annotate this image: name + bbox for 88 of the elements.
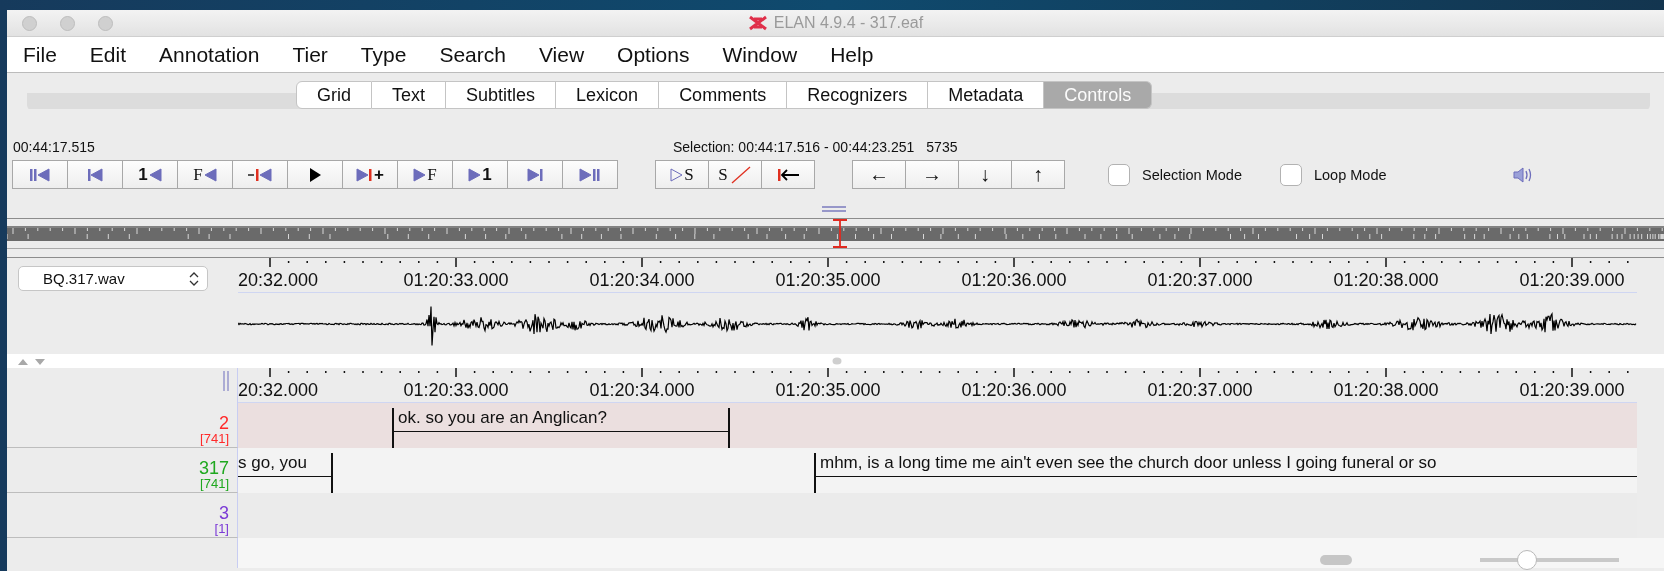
time-label: 01:20:33.000 [403,270,509,291]
tier-row[interactable]: ok. so you are an Anglican? [238,403,1637,448]
strike-icon [729,164,752,185]
time-label: 20:32.000 [238,380,319,401]
player-button[interactable] [761,160,815,189]
end-icon [579,166,601,183]
player-button[interactable]: 1 [452,160,508,189]
scrollbar-thumb[interactable] [1320,555,1352,565]
tab[interactable]: Grid [296,81,372,109]
tab[interactable]: Subtitles [446,81,557,109]
checkbox[interactable] [1108,163,1130,186]
window-control-icon[interactable] [22,15,37,31]
tab[interactable]: Comments [659,81,788,109]
back-to-mark-icon [248,166,272,183]
back-triangle-icon [203,166,217,183]
player-button[interactable]: + [342,160,398,189]
checkbox-label: Selection Mode [1142,166,1242,183]
player-button[interactable] [287,160,343,189]
begin-icon [29,166,51,183]
collapse-arrows-icon[interactable] [17,357,47,365]
menu-item[interactable]: Annotation [159,42,260,67]
window-title: ELAN 4.9.4 - 317.eaf [773,14,924,32]
menu-item[interactable]: Search [439,42,506,67]
player-button[interactable]: ↑ [1011,160,1065,189]
annotation-count: [741] [200,477,229,492]
slider-thumb[interactable] [1517,550,1538,570]
time-label: 01:20:33.000 [403,380,509,401]
tab[interactable]: Text [372,81,447,109]
time-label: 01:20:38.000 [1333,270,1439,291]
splitter-handle-icon[interactable] [821,205,846,213]
time-label: 01:20:34.000 [589,380,695,401]
play-outline-icon [670,166,684,183]
tab[interactable]: Lexicon [556,81,660,109]
menu-item[interactable]: Options [617,42,690,67]
player-button[interactable]: → [905,160,959,189]
arrow-to-line-icon [776,166,800,183]
resize-dot-icon[interactable] [832,357,842,365]
back-triangle-icon [148,166,162,183]
time-label: 01:20:39.000 [1519,380,1625,401]
time-label: 01:20:37.000 [1147,380,1253,401]
selection-length: 5735 [926,139,958,155]
menu-item[interactable]: Tier [292,42,328,67]
window-control-icon[interactable] [60,15,75,31]
player-button[interactable]: 1 [122,160,178,189]
menu-item[interactable]: Help [830,42,874,67]
player-button[interactable]: F [177,160,233,189]
forward-triangle-icon [413,166,427,183]
time-label: 01:20:36.000 [961,380,1067,401]
time-label: 01:20:36.000 [961,270,1067,291]
player-button[interactable]: ← [852,160,906,189]
forward-triangle-icon [468,166,482,183]
time-label: 01:20:38.000 [1333,380,1439,401]
menu-item[interactable]: Edit [89,42,127,67]
media-select[interactable]: BQ.317.wav [18,266,208,291]
logo-icon [747,15,768,31]
checkbox-label: Loop Mode [1313,166,1387,183]
tab[interactable]: Metadata [928,81,1045,109]
crosshair-icon[interactable] [830,219,850,248]
player-button[interactable]: S [655,160,709,189]
menu-item[interactable]: View [538,42,585,67]
player-button[interactable]: S [708,160,762,189]
selection-display: Selection: 00:44:17.516 - 00:44:23.251 [673,139,915,155]
next-icon [527,166,543,183]
time-label: 01:20:34.000 [589,270,695,291]
tab[interactable]: Recognizers [787,81,929,109]
player-button[interactable]: F [397,160,453,189]
time-label: 01:20:35.000 [775,380,881,401]
time-label: 01:20:37.000 [1147,270,1253,291]
overview-ruler-drawing[interactable] [7,226,1664,241]
menu-item[interactable]: Window [722,42,798,67]
menu-item[interactable]: File [23,42,57,67]
time-label: 01:20:35.000 [775,270,881,291]
tier-name[interactable]: 3 [219,504,229,522]
time-label: 01:20:39.000 [1519,270,1625,291]
time-display: 00:44:17.515 [13,139,96,155]
time-label: 20:32.000 [238,270,319,291]
annotation-count: [1] [214,522,229,537]
tier-row[interactable]: s go, you mhm, is a long time me ain't even see the church door unless I going funeral or so [238,448,1637,493]
forward-to-mark-icon [356,166,374,183]
annotation-count: [741] [200,432,229,447]
previous-icon [87,166,103,183]
play-icon [308,166,322,183]
menu-item[interactable]: Type [360,42,407,67]
checkbox[interactable] [1279,163,1302,186]
window-control-icon[interactable] [98,15,113,31]
chevron-icon [189,271,199,286]
player-button[interactable]: ↓ [958,160,1012,189]
column-resize-icon[interactable] [223,371,229,391]
